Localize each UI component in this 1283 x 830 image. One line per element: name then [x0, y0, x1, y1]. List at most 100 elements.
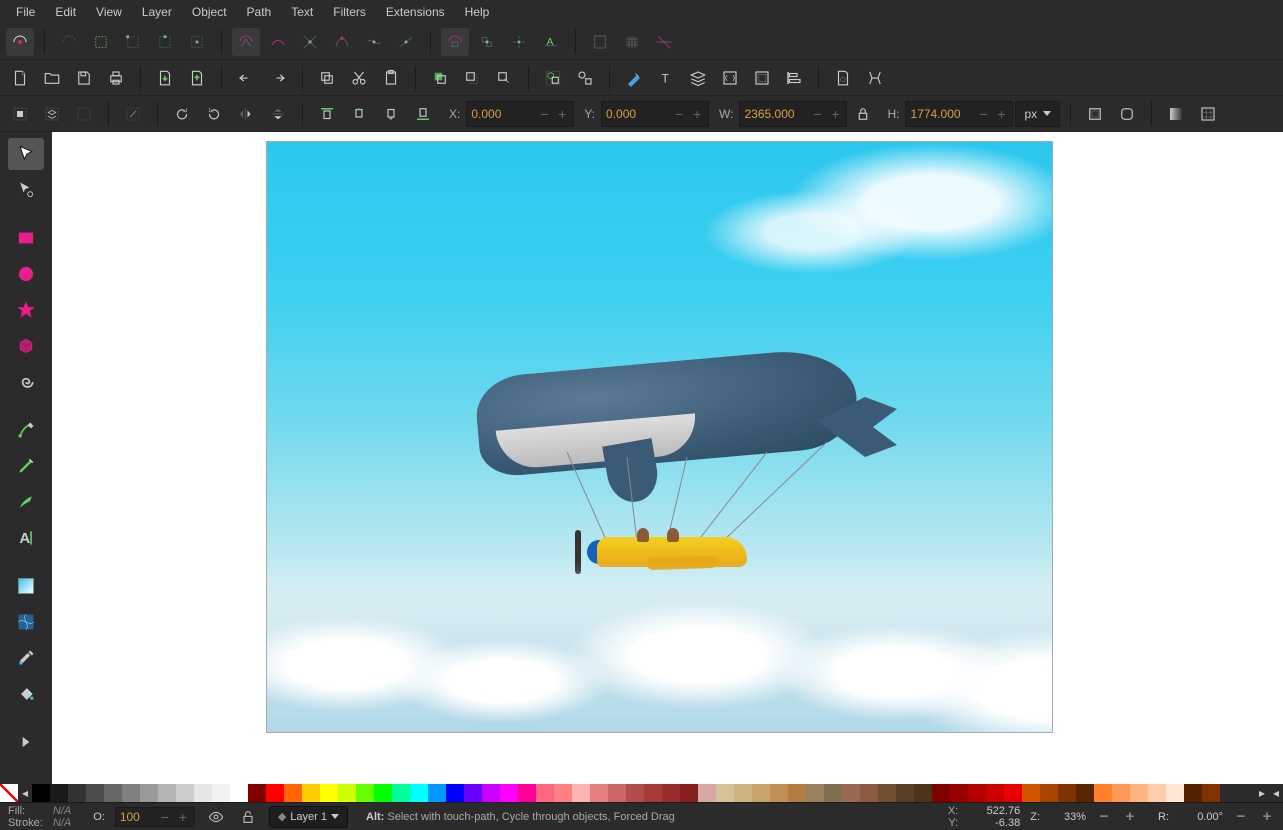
swatch-none[interactable]: [0, 784, 18, 802]
swatch-57[interactable]: [1040, 784, 1058, 802]
snap-grid-button[interactable]: [618, 28, 646, 56]
layer-visibility-button[interactable]: [205, 806, 227, 828]
rotation-value[interactable]: 0.00°: [1179, 811, 1223, 823]
new-document-button[interactable]: [6, 64, 34, 92]
swatch-25[interactable]: [464, 784, 482, 802]
snap-line-midpoint-button[interactable]: [392, 28, 420, 56]
menu-view[interactable]: View: [86, 1, 132, 23]
lower-button[interactable]: [377, 100, 405, 128]
layers-button[interactable]: [684, 64, 712, 92]
swatch-5[interactable]: [104, 784, 122, 802]
x-input[interactable]: −+: [466, 101, 574, 127]
swatch-11[interactable]: [212, 784, 230, 802]
save-button[interactable]: [70, 64, 98, 92]
object-properties-button[interactable]: [748, 64, 776, 92]
selector-tool[interactable]: [8, 138, 44, 170]
transform-stroke-button[interactable]: [1081, 100, 1109, 128]
swatch-21[interactable]: [392, 784, 410, 802]
snap-bbox-center-button[interactable]: [183, 28, 211, 56]
swatch-42[interactable]: [770, 784, 788, 802]
zoom-out-button[interactable]: −: [1096, 807, 1112, 827]
gradient-tool[interactable]: [8, 570, 44, 602]
snap-bbox-button[interactable]: [55, 28, 83, 56]
mesh-tool[interactable]: [8, 606, 44, 638]
zoom-in-button[interactable]: +: [1122, 807, 1138, 827]
duplicate-button[interactable]: [426, 64, 454, 92]
menu-help[interactable]: Help: [455, 1, 500, 23]
swatch-30[interactable]: [554, 784, 572, 802]
swatch-3[interactable]: [68, 784, 86, 802]
swatch-34[interactable]: [626, 784, 644, 802]
swatch-8[interactable]: [158, 784, 176, 802]
swatch-45[interactable]: [824, 784, 842, 802]
rotation-inc-button[interactable]: +: [1259, 807, 1275, 827]
canvas[interactable]: [52, 132, 1283, 784]
swatch-37[interactable]: [680, 784, 698, 802]
menu-file[interactable]: File: [6, 1, 45, 23]
snap-cusp-button[interactable]: [328, 28, 356, 56]
rotation-dec-button[interactable]: −: [1233, 807, 1249, 827]
cut-button[interactable]: [345, 64, 373, 92]
node-tool[interactable]: [8, 174, 44, 206]
stroke-value[interactable]: N/A: [53, 817, 71, 829]
swatch-47[interactable]: [860, 784, 878, 802]
layer-lock-button[interactable]: [237, 806, 259, 828]
swatch-40[interactable]: [734, 784, 752, 802]
swatch-17[interactable]: [320, 784, 338, 802]
snap-guide-button[interactable]: [650, 28, 678, 56]
box3d-tool[interactable]: [8, 330, 44, 362]
copy-button[interactable]: [313, 64, 341, 92]
w-input[interactable]: −+: [739, 101, 847, 127]
swatch-2[interactable]: [50, 784, 68, 802]
rectangle-tool[interactable]: [8, 222, 44, 254]
snap-text-baseline-button[interactable]: A: [537, 28, 565, 56]
swatch-50[interactable]: [914, 784, 932, 802]
swatch-59[interactable]: [1076, 784, 1094, 802]
menu-text[interactable]: Text: [281, 1, 323, 23]
layer-selector[interactable]: ◆Layer 1: [269, 806, 348, 828]
ellipse-tool[interactable]: [8, 258, 44, 290]
raise-top-button[interactable]: [313, 100, 341, 128]
flip-horizontal-button[interactable]: [232, 100, 260, 128]
clone-button[interactable]: [458, 64, 486, 92]
y-input[interactable]: −+: [601, 101, 709, 127]
swatch-65[interactable]: [1184, 784, 1202, 802]
pen-tool[interactable]: [8, 414, 44, 446]
snap-bbox-edge-button[interactable]: [87, 28, 115, 56]
swatch-13[interactable]: [248, 784, 266, 802]
swatch-56[interactable]: [1022, 784, 1040, 802]
redo-button[interactable]: [264, 64, 292, 92]
menu-layer[interactable]: Layer: [132, 1, 182, 23]
paste-button[interactable]: [377, 64, 405, 92]
swatch-29[interactable]: [536, 784, 554, 802]
swatch-44[interactable]: [806, 784, 824, 802]
snap-nodes-button[interactable]: [232, 28, 260, 56]
swatch-39[interactable]: [716, 784, 734, 802]
text-button[interactable]: T: [652, 64, 680, 92]
snap-path-button[interactable]: [264, 28, 292, 56]
swatch-15[interactable]: [284, 784, 302, 802]
lock-aspect-button[interactable]: [849, 100, 877, 128]
deselect-button[interactable]: [70, 100, 98, 128]
swatch-51[interactable]: [932, 784, 950, 802]
star-tool[interactable]: [8, 294, 44, 326]
toggle-scale-button[interactable]: [119, 100, 147, 128]
fill-stroke-button[interactable]: [620, 64, 648, 92]
snap-object-center-button[interactable]: [473, 28, 501, 56]
snap-page-border-button[interactable]: [586, 28, 614, 56]
swatch-12[interactable]: [230, 784, 248, 802]
menu-edit[interactable]: Edit: [45, 1, 86, 23]
snap-smooth-button[interactable]: [360, 28, 388, 56]
undo-button[interactable]: [232, 64, 260, 92]
paint-bucket-tool[interactable]: [8, 678, 44, 710]
swatch-62[interactable]: [1130, 784, 1148, 802]
h-input[interactable]: −+: [905, 101, 1013, 127]
swatch-10[interactable]: [194, 784, 212, 802]
swatch-63[interactable]: [1148, 784, 1166, 802]
dropper-tool[interactable]: [8, 642, 44, 674]
swatch-9[interactable]: [176, 784, 194, 802]
swatch-4[interactable]: [86, 784, 104, 802]
swatch-14[interactable]: [266, 784, 284, 802]
swatch-38[interactable]: [698, 784, 716, 802]
menu-extensions[interactable]: Extensions: [376, 1, 455, 23]
